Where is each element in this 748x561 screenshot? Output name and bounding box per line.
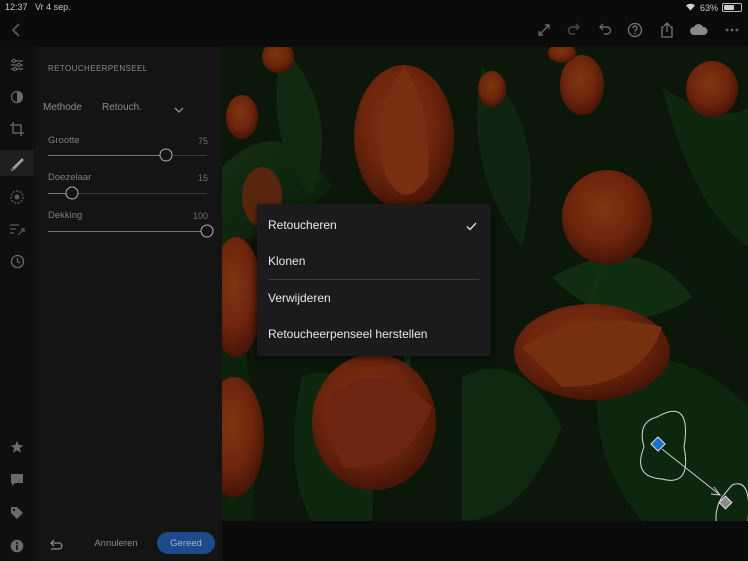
battery-fill <box>724 5 735 10</box>
opacity-slider-anchor <box>200 224 214 238</box>
presets-icon[interactable] <box>7 87 27 107</box>
menu-item-reset-brush[interactable]: Retoucheerpenseel herstellen <box>257 316 491 352</box>
menu-item-clone[interactable]: Klonen <box>257 243 491 279</box>
feather-slider-anchor <box>65 186 79 200</box>
done-button[interactable]: Gereed <box>157 532 215 554</box>
more-icon[interactable] <box>722 20 742 40</box>
menu-item-retouch[interactable]: Retoucheren <box>257 207 491 243</box>
opacity-slider[interactable] <box>48 224 214 238</box>
method-label: Methode <box>43 102 82 113</box>
wifi-icon <box>685 2 696 13</box>
opacity-value: 100 <box>192 211 208 221</box>
status-right: 63% <box>685 2 742 13</box>
menu-item-label: Verwijderen <box>268 291 331 305</box>
selective-icon[interactable] <box>7 187 27 207</box>
panel-title: RETOUCHEERPENSEEL <box>48 64 148 73</box>
status-bar: 12:37 Vr 4 sep. 63% <box>0 0 748 14</box>
battery-icon <box>722 3 742 12</box>
feather-slider[interactable] <box>48 186 207 200</box>
chevron-left-icon[interactable] <box>6 20 26 40</box>
panel-actions: Annuleren Gereed <box>35 532 222 558</box>
star-icon[interactable] <box>7 437 27 457</box>
status-time: 12:37 <box>5 2 28 12</box>
size-label: Grootte <box>48 135 80 146</box>
redo-icon[interactable] <box>564 20 584 40</box>
photo-bottom-area <box>222 521 748 561</box>
tool-rail <box>0 47 34 561</box>
status-date: Vr 4 sep. <box>35 2 71 12</box>
expand-icon[interactable] <box>534 20 554 40</box>
feather-value: 15 <box>197 173 208 183</box>
size-slider[interactable] <box>48 148 207 162</box>
comment-icon[interactable] <box>7 470 27 490</box>
cloud-sync-icon[interactable] <box>689 20 709 40</box>
feather-label: Doezelaar <box>48 172 92 183</box>
method-dropdown[interactable]: Retouch. <box>102 102 142 113</box>
battery-percent: 63% <box>699 2 718 13</box>
cancel-button[interactable]: Annuleren <box>83 532 149 554</box>
feather-slider-knob[interactable] <box>65 186 79 200</box>
opacity-label: Dekking <box>48 210 83 221</box>
chevron-down-icon[interactable] <box>174 101 184 119</box>
top-toolbar <box>0 14 748 47</box>
tag-icon[interactable] <box>7 503 27 523</box>
healing-brush-icon[interactable] <box>0 150 34 176</box>
help-icon[interactable] <box>625 20 645 40</box>
size-value: 75 <box>197 136 208 146</box>
size-slider-fill <box>48 155 166 156</box>
history-icon[interactable] <box>7 251 27 271</box>
menu-item-label: Klonen <box>268 254 306 268</box>
sliders-icon[interactable] <box>7 55 27 75</box>
reset-undo-icon[interactable] <box>48 537 64 555</box>
checkmark-icon <box>466 220 477 234</box>
healing-brush-panel: RETOUCHEERPENSEEL Methode Retouch. Groot… <box>35 47 222 561</box>
menu-item-label: Retoucheerpenseel herstellen <box>268 327 428 341</box>
menu-item-delete[interactable]: Verwijderen <box>257 280 491 316</box>
size-slider-knob[interactable] <box>159 148 173 162</box>
size-slider-anchor <box>159 148 173 162</box>
share-icon[interactable] <box>657 20 677 40</box>
menu-item-label: Retoucheren <box>268 218 337 232</box>
opacity-slider-fill <box>48 231 207 232</box>
geometry-icon[interactable] <box>7 219 27 239</box>
opacity-slider-knob[interactable] <box>200 224 214 238</box>
method-menu: Retoucheren Klonen Verwijderen Retouchee… <box>257 204 491 356</box>
crop-icon[interactable] <box>7 119 27 139</box>
info-icon[interactable] <box>7 536 27 556</box>
undo-icon[interactable] <box>595 20 615 40</box>
